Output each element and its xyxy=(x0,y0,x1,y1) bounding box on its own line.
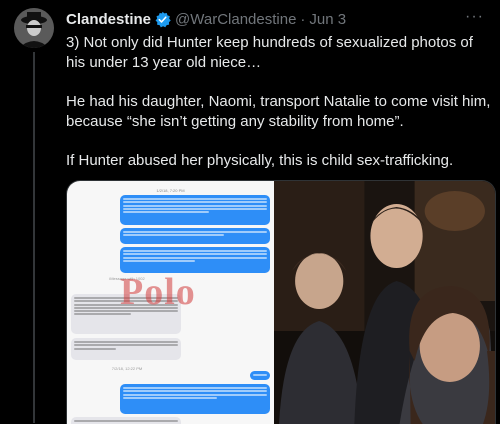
message-bubble xyxy=(120,384,270,414)
chat-timestamp: 1/2/18, 7:20 PM xyxy=(156,188,185,193)
post-media[interactable]: 1/2/18, 7:20 PM iMessage with 1002 7/2/1… xyxy=(66,180,496,424)
avatar[interactable] xyxy=(14,8,54,48)
more-options-icon[interactable]: ··· xyxy=(465,8,484,26)
post-paragraph: He had his daughter, Naomi, transport Na… xyxy=(66,93,491,130)
post-paragraph: 3) Not only did Hunter keep hundreds of … xyxy=(66,34,473,71)
message-bubble xyxy=(71,338,181,360)
post-header: Clandestine @WarClandestine · Jun 3 ··· xyxy=(66,8,490,30)
separator: · xyxy=(300,10,306,28)
selfie-photo-image[interactable] xyxy=(274,181,495,424)
hooded-figure-avatar-icon xyxy=(14,8,54,48)
group-photo-illustration xyxy=(274,181,495,424)
handle[interactable]: @WarClandestine xyxy=(175,11,296,28)
post-text: 3) Not only did Hunter keep hundreds of … xyxy=(66,33,491,190)
message-bubble xyxy=(120,247,270,273)
chat-timestamp: iMessage with 1002 xyxy=(109,276,145,281)
message-bubble xyxy=(250,371,270,380)
message-bubble xyxy=(71,294,181,334)
message-bubble xyxy=(120,195,270,225)
post-paragraph: If Hunter abused her physically, this is… xyxy=(66,152,454,169)
verified-badge-icon xyxy=(155,11,171,27)
post-date[interactable]: Jun 3 xyxy=(309,11,346,28)
thread-line xyxy=(33,52,35,423)
display-name[interactable]: Clandestine xyxy=(66,11,151,28)
message-bubble xyxy=(120,228,270,244)
chat-screenshot-image[interactable]: 1/2/18, 7:20 PM iMessage with 1002 7/2/1… xyxy=(67,181,274,424)
chat-timestamp: 7/2/18, 12:22 PM xyxy=(111,366,143,371)
